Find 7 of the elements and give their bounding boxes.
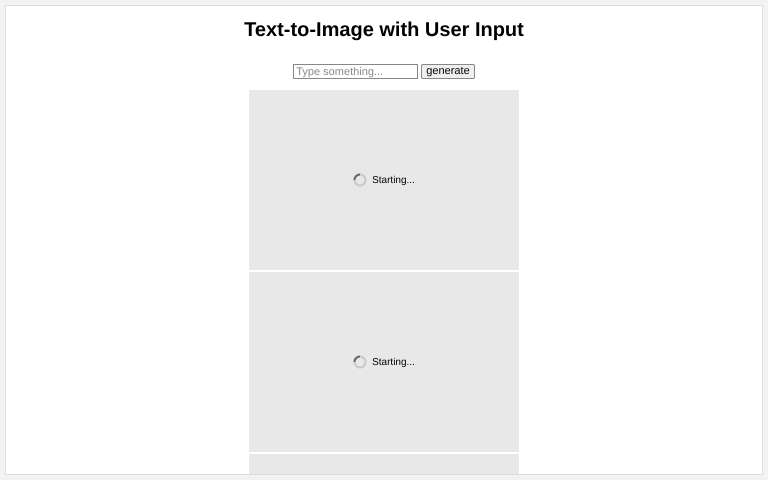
status-text: Starting... — [372, 174, 415, 188]
spinner-icon — [353, 355, 368, 369]
prompt-field[interactable]: Type something... — [293, 64, 418, 79]
page-title: Text-to-Image with User Input — [244, 18, 524, 42]
spinner-icon — [353, 173, 368, 187]
generate-button[interactable]: generate — [421, 64, 475, 79]
status-text: Starting... — [372, 356, 415, 370]
